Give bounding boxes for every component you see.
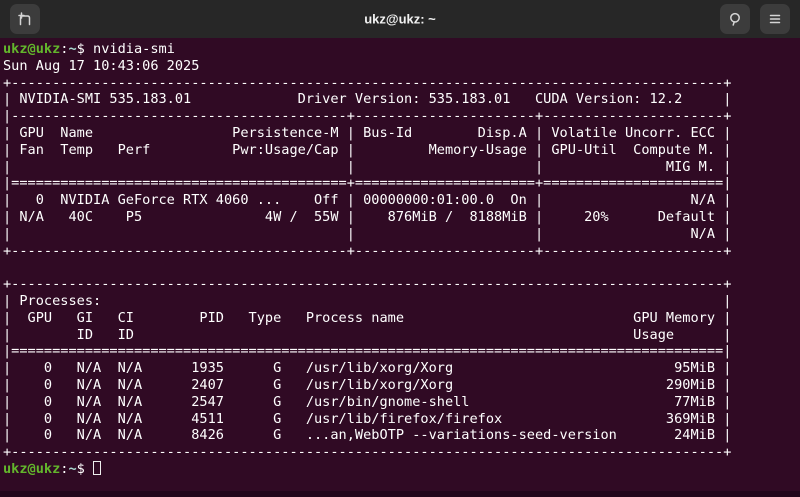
- terminal-output-line: | Processes: |: [3, 292, 732, 309]
- terminal-output-line: | ID ID Usage |: [3, 326, 732, 343]
- terminal-output-line: | N/A 40C P5 4W / 55W | 876MiB / 8188MiB…: [3, 208, 732, 225]
- terminal-output-line: | | | MIG M. |: [3, 158, 732, 175]
- terminal-window: ukz@ukz: ~ ukz@ukz:~$ nvidia-smi Sun Aug…: [0, 0, 800, 497]
- terminal-output-line: |=======================================…: [3, 175, 732, 192]
- prompt-dollar: $: [76, 41, 85, 57]
- window-title: ukz@ukz: ~: [364, 11, 436, 27]
- prompt-line-command: ukz@ukz:~$ nvidia-smi: [3, 41, 800, 58]
- window-bottom-edge: [0, 491, 800, 497]
- terminal-output-line: | | | N/A |: [3, 225, 732, 242]
- prompt-path: ~: [68, 41, 77, 57]
- terminal-output-line: | NVIDIA-SMI 535.183.01 Driver Version: …: [3, 91, 732, 108]
- terminal-output-line: | 0 N/A N/A 2407 G /usr/lib/xorg/Xorg 29…: [3, 376, 732, 393]
- terminal-output-line: | GPU GI CI PID Type Process name GPU Me…: [3, 309, 732, 326]
- terminal-output-line: +---------------------------------------…: [3, 242, 732, 259]
- titlebar: ukz@ukz: ~: [0, 0, 800, 38]
- terminal-output-line: | 0 N/A N/A 1935 G /usr/lib/xorg/Xorg 95…: [3, 360, 732, 377]
- terminal-output-line: | Fan Temp Perf Pwr:Usage/Cap | Memory-U…: [3, 141, 732, 158]
- terminal-output-line: | 0 N/A N/A 2547 G /usr/bin/gnome-shell …: [3, 393, 732, 410]
- new-tab-icon: [17, 11, 33, 27]
- terminal-output-line: |=======================================…: [3, 343, 732, 360]
- terminal-output-line: | 0 N/A N/A 8426 G ...an,WebOTP --variat…: [3, 427, 732, 444]
- terminal-output-line: Sun Aug 17 10:43:06 2025: [3, 57, 200, 74]
- entered-command: nvidia-smi: [93, 41, 175, 57]
- terminal-output-line: +---------------------------------------…: [3, 74, 732, 91]
- terminal-output-line: +---------------------------------------…: [3, 276, 732, 293]
- search-icon: [727, 11, 743, 27]
- new-tab-button[interactable]: [10, 4, 40, 34]
- terminal-output-line: |---------------------------------------…: [3, 108, 732, 125]
- terminal-output-line: | 0 NVIDIA GeForce RTX 4060 ... Off | 00…: [3, 192, 732, 209]
- terminal-cursor: [93, 460, 102, 475]
- search-button[interactable]: [720, 4, 750, 34]
- prompt-path: ~: [68, 460, 77, 477]
- terminal-output-line: +---------------------------------------…: [3, 444, 732, 461]
- terminal-screen[interactable]: ukz@ukz:~$ nvidia-smi Sun Aug 17 10:43:06…: [0, 38, 800, 497]
- prompt-line-current: ukz@ukz:~$: [3, 460, 800, 478]
- terminal-output-line: | GPU Name Persistence-M | Bus-Id Disp.A…: [3, 124, 732, 141]
- prompt-user-host: ukz@ukz: [3, 41, 61, 57]
- menu-icon: [767, 11, 783, 27]
- prompt-user-host: ukz@ukz: [3, 460, 61, 477]
- menu-button[interactable]: [760, 4, 790, 34]
- prompt-dollar: $: [76, 460, 85, 477]
- terminal-output-line: | 0 N/A N/A 4511 G /usr/lib/firefox/fire…: [3, 410, 732, 427]
